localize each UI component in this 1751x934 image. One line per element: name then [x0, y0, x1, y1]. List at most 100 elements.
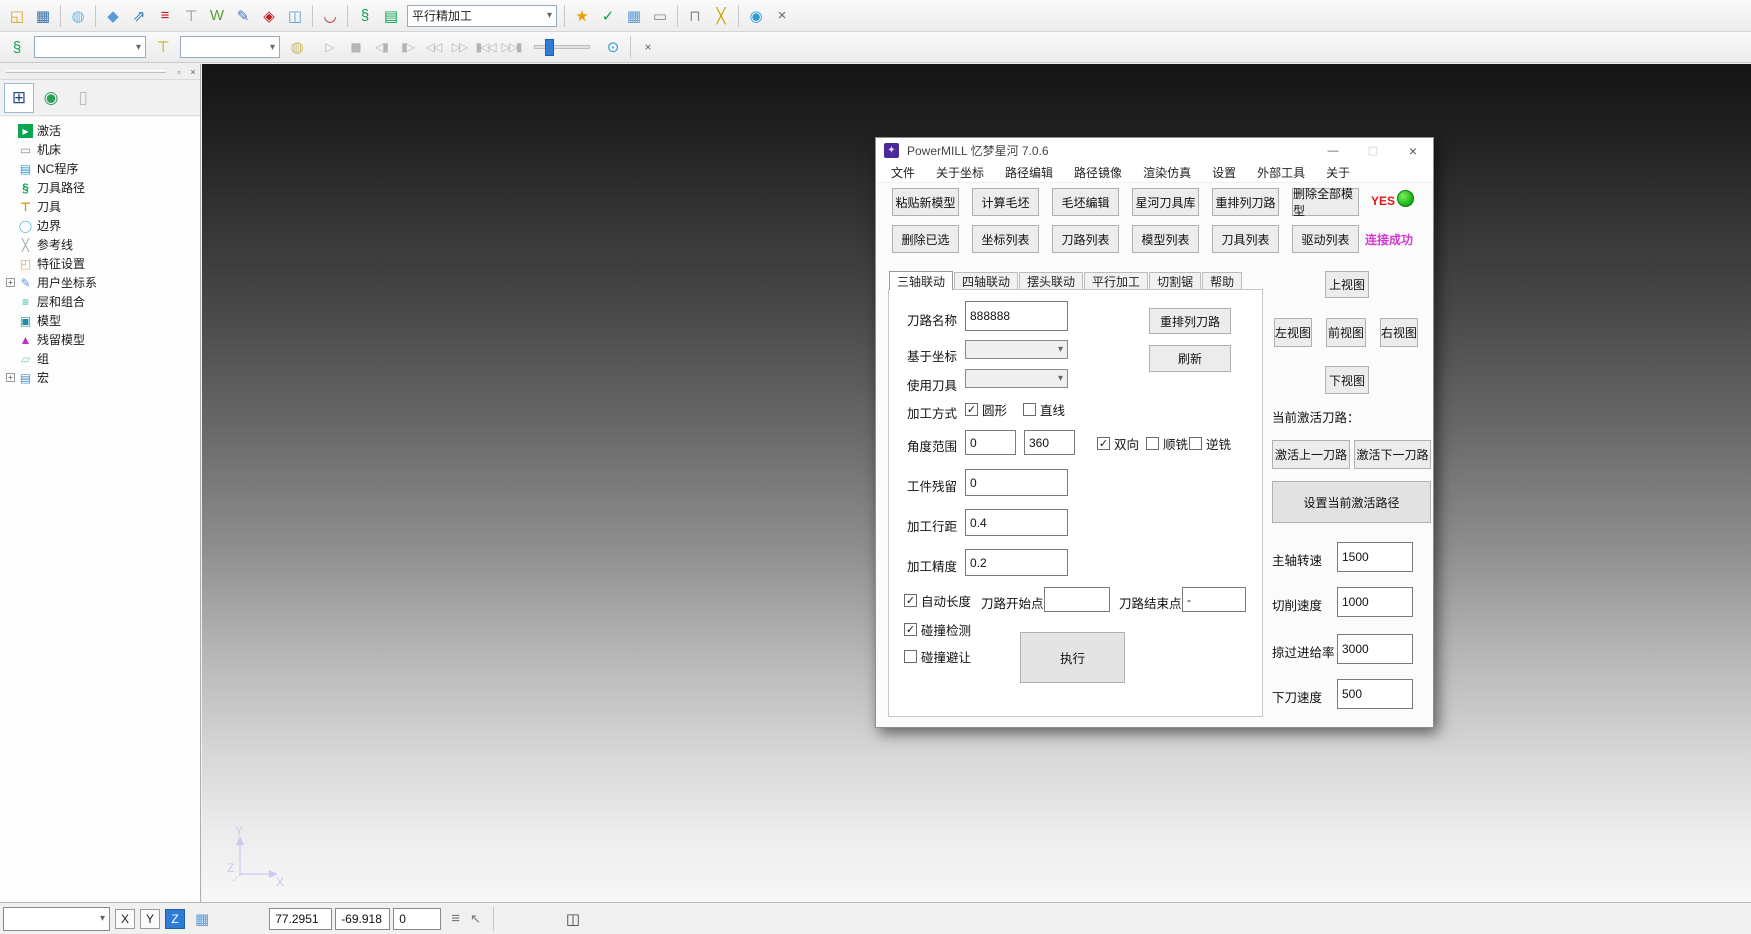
tree-item[interactable]: + ✎ 用户坐标系: [6, 273, 200, 292]
float-panel-icon[interactable]: ▫: [172, 66, 186, 78]
toolpath-name-input[interactable]: [965, 301, 1068, 331]
conventional-checkbox[interactable]: [1189, 437, 1202, 450]
slider-handle[interactable]: [545, 39, 554, 56]
tab[interactable]: 平行加工: [1084, 272, 1148, 290]
tab[interactable]: 三轴联动: [889, 271, 953, 290]
rapid-feed-input[interactable]: [1337, 634, 1413, 664]
toolpath-list-icon[interactable]: ▤: [378, 3, 404, 29]
axis-z-button[interactable]: Z: [165, 909, 185, 929]
pattern-icon[interactable]: ◈: [256, 3, 282, 29]
simulation-speed-slider[interactable]: [534, 45, 590, 49]
close-panel-icon[interactable]: ×: [186, 66, 200, 78]
stepover-input[interactable]: [965, 509, 1068, 536]
save-project-icon[interactable]: ▦: [30, 3, 56, 29]
simulation-icon[interactable]: ◡: [317, 3, 343, 29]
explorer-tree-icon[interactable]: ⊞: [4, 83, 34, 113]
tree-item[interactable]: ╳ 参考线: [6, 235, 200, 254]
view-front-button[interactable]: 前视图: [1326, 318, 1366, 347]
strategy-dropdown[interactable]: 平行精加工 ▾: [407, 5, 557, 27]
coordinate-y-field[interactable]: -69.918: [335, 908, 390, 930]
quick-button[interactable]: 重排列刀路: [1212, 188, 1279, 216]
tree-item[interactable]: ⊤ 刀具: [6, 197, 200, 216]
line-checkbox[interactable]: [1023, 403, 1036, 416]
toolpath-create-icon[interactable]: ⇗: [126, 3, 152, 29]
go-to-start-icon[interactable]: ▮◁◁: [472, 35, 498, 59]
rewind-icon[interactable]: ◁◁: [420, 35, 446, 59]
sim-tool-icon[interactable]: ⊤: [150, 34, 176, 60]
play-icon[interactable]: ▷: [316, 35, 342, 59]
tree-item[interactable]: ≡ 层和组合: [6, 292, 200, 311]
quick-button[interactable]: 删除全部模型: [1292, 188, 1359, 216]
bidirectional-checkbox[interactable]: ✓: [1097, 437, 1110, 450]
quick-button[interactable]: 粘贴新模型: [892, 188, 959, 216]
tree-item[interactable]: + ▤ 宏: [6, 368, 200, 387]
bulb-icon[interactable]: ◍: [284, 34, 310, 60]
calculator-icon[interactable]: ▦: [621, 3, 647, 29]
list-icon[interactable]: ≡: [451, 910, 460, 927]
sim-tool-dropdown[interactable]: ▾: [180, 36, 280, 58]
coordinate-x-field[interactable]: 77.2951: [269, 908, 332, 930]
clock-icon[interactable]: ⊙: [600, 34, 626, 60]
tool-create-icon[interactable]: ⊤: [178, 3, 204, 29]
tree-item[interactable]: ◯ 边界: [6, 216, 200, 235]
tool-pair-icon[interactable]: ⊓: [682, 3, 708, 29]
quick-button[interactable]: 计算毛坯: [972, 188, 1039, 216]
use-tool-combobox[interactable]: ▾: [965, 369, 1068, 388]
menu-item[interactable]: 路径编辑: [1005, 164, 1053, 181]
tolerance-input[interactable]: [965, 549, 1068, 576]
display-toggle-icon[interactable]: ◫: [566, 910, 580, 928]
tree-item[interactable]: ▸ 激活: [6, 121, 200, 140]
close-toolbar-icon[interactable]: ×: [769, 3, 795, 29]
feature-set-icon[interactable]: ◫: [282, 3, 308, 29]
circle-checkbox[interactable]: ✓: [965, 403, 978, 416]
collision-check-icon[interactable]: ✓: [595, 3, 621, 29]
menu-item[interactable]: 路径镜像: [1074, 164, 1122, 181]
quick-button[interactable]: 刀具列表: [1212, 225, 1279, 253]
quick-button[interactable]: 坐标列表: [972, 225, 1039, 253]
menu-item[interactable]: 设置: [1212, 164, 1236, 181]
menu-item[interactable]: 渲染仿真: [1143, 164, 1191, 181]
fast-forward-icon[interactable]: ▷▷: [446, 35, 472, 59]
menu-item[interactable]: 关于坐标: [936, 164, 984, 181]
trash-icon[interactable]: ▯: [68, 83, 98, 113]
stock-allowance-input[interactable]: [965, 469, 1068, 496]
tab[interactable]: 切割锯: [1149, 272, 1201, 290]
execute-button[interactable]: 执行: [1020, 632, 1125, 683]
base-coord-combobox[interactable]: ▾: [965, 340, 1068, 359]
expander-icon[interactable]: +: [6, 373, 15, 382]
refresh-button[interactable]: 刷新: [1149, 345, 1231, 372]
set-active-path-button[interactable]: 设置当前激活路径: [1272, 481, 1431, 523]
plunge-speed-input[interactable]: [1337, 679, 1413, 709]
measure-icon[interactable]: ▭: [647, 3, 673, 29]
angle-from-input[interactable]: [965, 430, 1016, 455]
pause-icon[interactable]: ▮▮: [342, 35, 368, 59]
climb-checkbox[interactable]: [1146, 437, 1159, 450]
tree-item[interactable]: ▣ 模型: [6, 311, 200, 330]
menu-item[interactable]: 文件: [891, 164, 915, 181]
view-top-button[interactable]: 上视图: [1325, 271, 1369, 298]
tab[interactable]: 四轴联动: [954, 272, 1018, 290]
tree-item[interactable]: ▤ NC程序: [6, 159, 200, 178]
pointer-icon[interactable]: ↖: [470, 911, 481, 927]
start-point-input[interactable]: [1044, 587, 1110, 612]
view-left-button[interactable]: 左视图: [1274, 318, 1312, 347]
auto-length-checkbox[interactable]: ✓: [904, 594, 917, 607]
collision-check-checkbox[interactable]: ✓: [904, 623, 917, 636]
tree-item[interactable]: ▭ 机床: [6, 140, 200, 159]
step-back-icon[interactable]: ◁▮: [368, 35, 394, 59]
expander-icon[interactable]: +: [6, 278, 15, 287]
panel-grip[interactable]: [6, 70, 166, 73]
quick-button[interactable]: 模型列表: [1132, 225, 1199, 253]
close-button[interactable]: ×: [1393, 138, 1433, 163]
step-forward-icon[interactable]: ▮▷: [394, 35, 420, 59]
transform-icon[interactable]: ╳: [708, 3, 734, 29]
quick-button[interactable]: 星河刀具库: [1132, 188, 1199, 216]
collision-avoid-checkbox[interactable]: [904, 650, 917, 663]
open-project-icon[interactable]: ◱: [4, 3, 30, 29]
go-to-end-icon[interactable]: ▷▷▮: [498, 35, 524, 59]
compare-icon[interactable]: ◉: [743, 3, 769, 29]
view-bottom-button[interactable]: 下视图: [1325, 366, 1369, 394]
sim-toolpath-icon[interactable]: §: [4, 34, 30, 60]
quick-button[interactable]: 刀路列表: [1052, 225, 1119, 253]
status-dropdown[interactable]: ▾: [3, 907, 110, 931]
